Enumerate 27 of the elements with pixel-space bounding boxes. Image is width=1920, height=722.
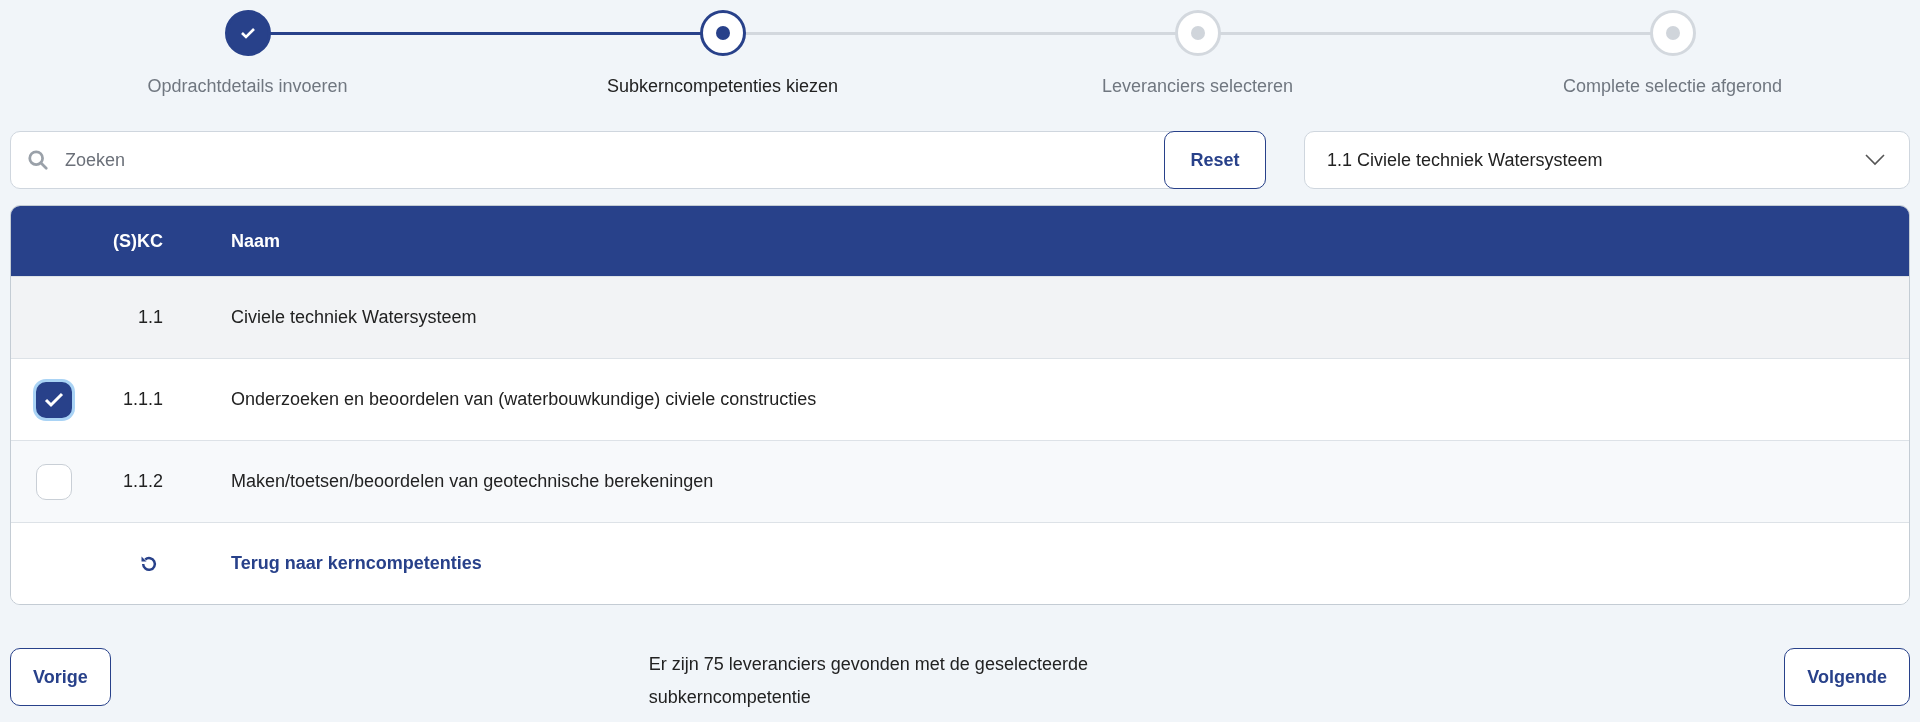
checkbox[interactable] <box>36 381 72 418</box>
dot-icon <box>1190 26 1205 40</box>
step-label: Complete selectie afgerond <box>1562 76 1783 97</box>
search-icon <box>27 149 49 171</box>
next-button[interactable]: Volgende <box>1784 648 1910 706</box>
result-message: Er zijn 75 leveranciers gevonden met de geselecteerde subkerncompetentie <box>648 653 1089 709</box>
reset-button[interactable]: Reset <box>1164 131 1266 189</box>
dot-icon <box>1665 26 1680 40</box>
name-cell-text: Civiele techniek Watersysteem <box>230 307 478 328</box>
check-icon <box>239 27 256 39</box>
step-label: Opdrachtdetails invoeren <box>147 76 348 97</box>
dot-icon <box>715 26 730 40</box>
code-cell-text: 1.1.2 <box>121 471 163 492</box>
chevron-down-icon <box>1865 154 1885 166</box>
column-header: (S)KC <box>112 230 163 252</box>
step-label: Leveranciers selecteren <box>1101 76 1294 97</box>
search-field[interactable]: Zoeken Reset <box>10 131 1266 189</box>
category-dropdown[interactable]: 1.1 Civiele techniek Watersysteem <box>1304 131 1910 189</box>
name-cell-text: Onderzoeken en beoordelen van (waterbouwkundige) civiele constructies <box>230 389 818 410</box>
previous-button[interactable]: Vorige <box>10 648 111 706</box>
step-label: Subkerncompetenties kiezen <box>606 76 839 97</box>
code-cell-text: 1.1 <box>136 307 163 328</box>
column-header: Naam <box>230 230 282 252</box>
check-icon <box>44 391 64 408</box>
name-cell-text: Maken/toetsen/beoordelen van geotechnische berekeningen <box>230 471 715 492</box>
back-link[interactable]: Terug naar kerncompetenties <box>231 553 482 574</box>
code-cell-text: 1.1.1 <box>121 389 163 410</box>
